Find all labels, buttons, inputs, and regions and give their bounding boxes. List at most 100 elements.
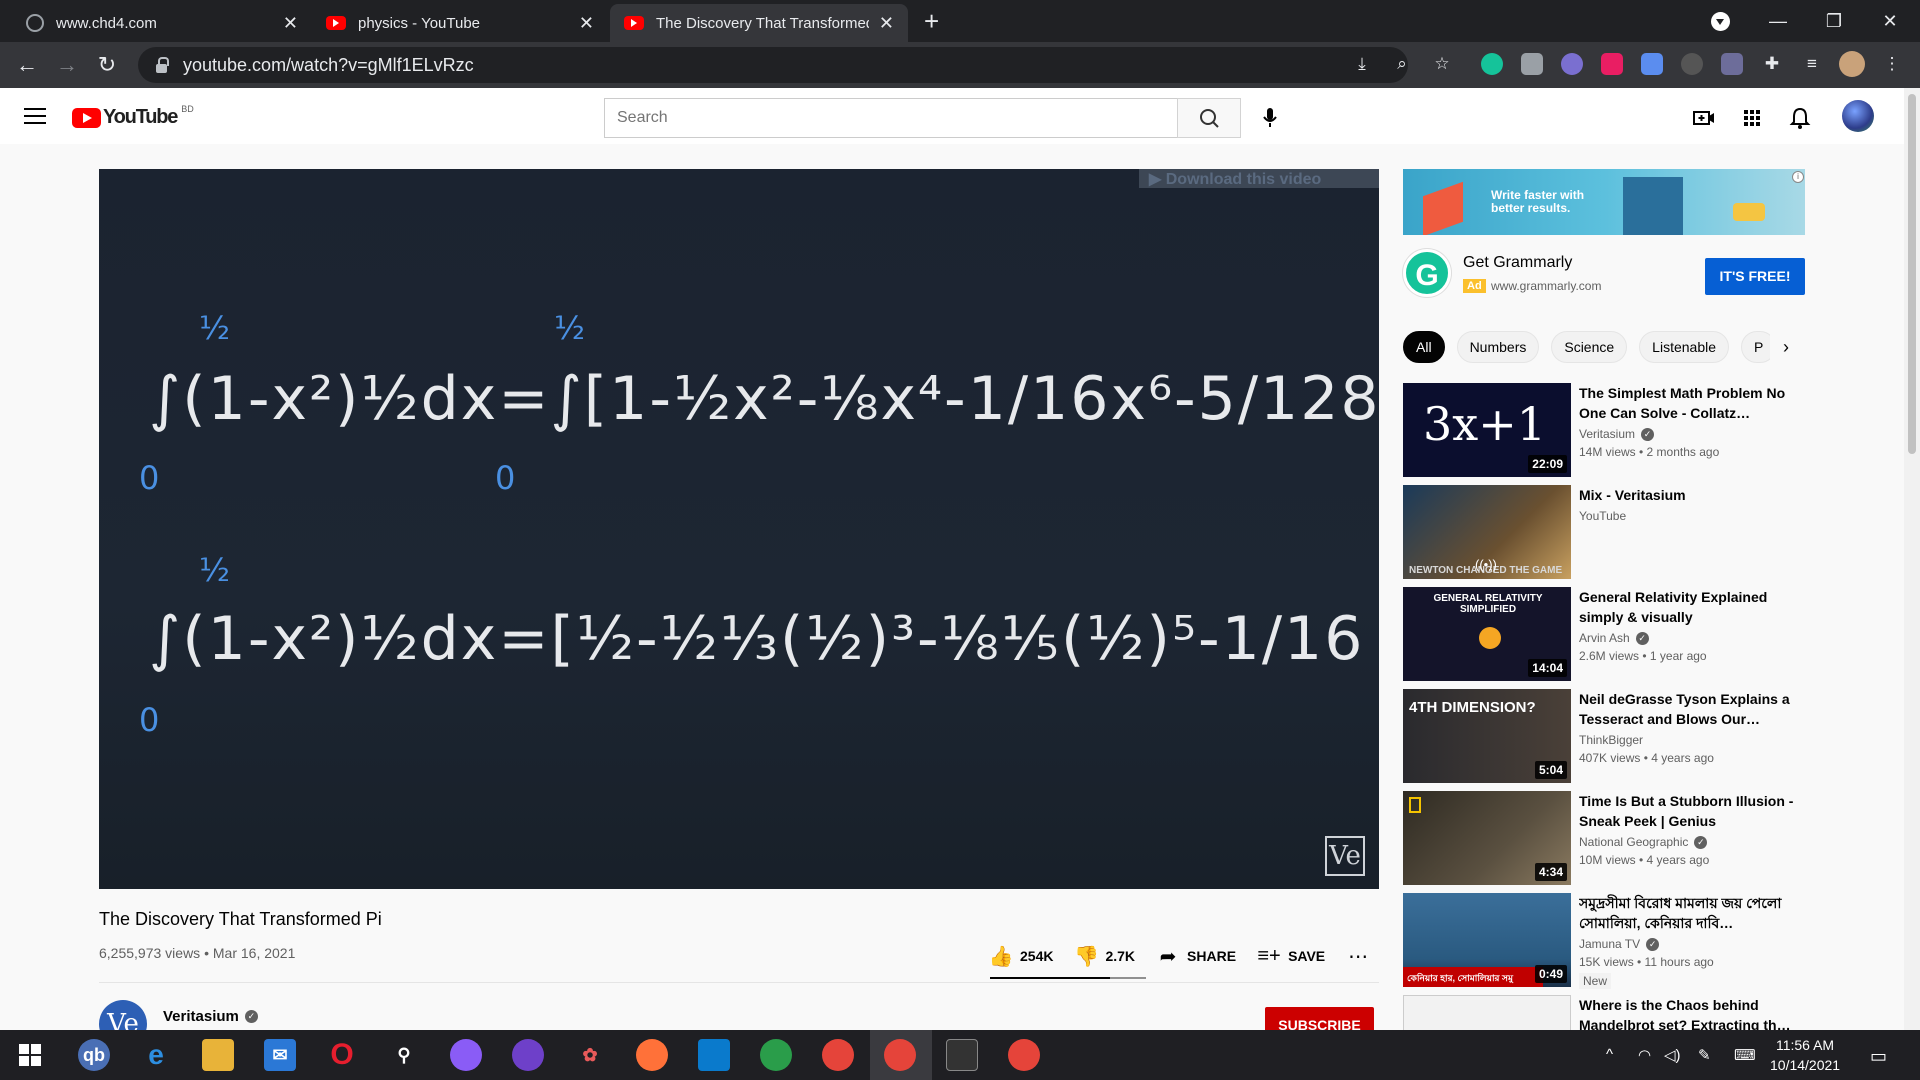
keyboard-icon[interactable]: ⌨	[1734, 1046, 1756, 1064]
chevron-right-icon[interactable]: ›	[1770, 331, 1802, 363]
video-player[interactable]: ▶ Download this video ½ 0 ½ 0 ∫(1-x²)½dx…	[99, 169, 1379, 889]
youtube-logo[interactable]: YouTube BD	[72, 104, 194, 129]
chip-listenable[interactable]: Listenable	[1639, 331, 1729, 363]
recommendation-title[interactable]: Time Is But a Stubborn Illusion - Sneak …	[1579, 791, 1805, 831]
scrollbar-thumb[interactable]	[1908, 94, 1916, 454]
profile-avatar[interactable]	[1839, 51, 1865, 77]
new-tab-button[interactable]: +	[924, 8, 939, 34]
list-item[interactable]: Where is the Chaos behind Mandelbrot set…	[1403, 995, 1805, 1030]
recommendation-title[interactable]: The Simplest Math Problem No One Can Sol…	[1579, 383, 1805, 423]
bookmark-star-icon[interactable]: ☆	[1430, 52, 1454, 76]
recommendation-title[interactable]: Neil deGrasse Tyson Explains a Tesseract…	[1579, 689, 1805, 729]
app-icon[interactable]	[760, 1039, 792, 1071]
dislike-button[interactable]: 👎 2.7K	[1074, 945, 1135, 968]
video-thumbnail[interactable]: GENERAL RELATIVITY SIMPLIFIED 14:04	[1403, 587, 1571, 681]
recommendation-channel[interactable]: National Geographic ✓	[1579, 835, 1708, 849]
list-item[interactable]: 4TH DIMENSION? 5:04 Neil deGrasse Tyson …	[1403, 689, 1805, 783]
list-item[interactable]: 4:34 Time Is But a Stubborn Illusion - S…	[1403, 791, 1805, 885]
video-thumbnail[interactable]	[1403, 995, 1571, 1030]
address-bar[interactable]: youtube.com/watch?v=gMlf1ELvRzc	[138, 47, 1408, 83]
channel-name[interactable]: Veritasium ✓	[163, 1008, 258, 1025]
kebab-menu-icon[interactable]: ⋮	[1880, 52, 1904, 76]
chrome-icon[interactable]	[822, 1039, 854, 1071]
close-icon[interactable]: ✕	[283, 13, 298, 34]
app-icon[interactable]: ✿	[574, 1039, 606, 1071]
browser-tab-active[interactable]: The Discovery That Transformed ✕	[610, 4, 908, 42]
search-input[interactable]	[604, 98, 1178, 138]
tab-search-icon[interactable]	[1711, 12, 1730, 31]
save-button[interactable]: ≡+ SAVE	[1257, 945, 1325, 967]
share-button[interactable]: ➦ SHARE	[1157, 945, 1236, 968]
wifi-icon[interactable]: ◠	[1638, 1046, 1651, 1064]
microphone-icon[interactable]	[1256, 104, 1284, 132]
like-button[interactable]: 👍 254K	[989, 945, 1054, 968]
chevron-up-icon[interactable]: ^	[1606, 1046, 1613, 1063]
file-explorer-icon[interactable]	[202, 1039, 234, 1071]
search-button[interactable]	[1177, 98, 1241, 138]
vscode-icon[interactable]	[698, 1039, 730, 1071]
media-queue-icon[interactable]: ≡	[1800, 52, 1824, 76]
notifications-bell-icon[interactable]	[1786, 104, 1814, 132]
extensions-puzzle-icon[interactable]: ✚	[1760, 52, 1784, 76]
account-avatar[interactable]	[1842, 100, 1874, 132]
recommendation-channel[interactable]: Arvin Ash ✓	[1579, 631, 1649, 645]
recommendation-title[interactable]: সমুদ্রসীমা বিরোধ মামলায় জয় পেলো সোমালি…	[1579, 893, 1805, 933]
minimize-icon[interactable]: —	[1750, 0, 1806, 42]
video-thumbnail[interactable]: 3x+1 22:09	[1403, 383, 1571, 477]
close-icon[interactable]: ✕	[579, 13, 594, 34]
install-icon[interactable]: ⤓	[1350, 52, 1374, 76]
github-desktop-icon[interactable]	[512, 1039, 544, 1071]
reload-icon[interactable]: ↻	[92, 50, 122, 80]
veritasium-watermark[interactable]: Ve	[1325, 836, 1365, 876]
chrome-icon[interactable]	[884, 1039, 916, 1071]
more-actions-button[interactable]: ⋯	[1347, 945, 1377, 968]
back-icon[interactable]: ←	[12, 50, 42, 80]
recommendation-channel[interactable]: YouTube	[1579, 509, 1626, 523]
ad-banner-image[interactable]: Write faster with better results.	[1403, 169, 1805, 235]
firefox-icon[interactable]	[636, 1039, 668, 1071]
extension-icon[interactable]	[1681, 53, 1703, 75]
zoom-icon[interactable]: ⌕	[1390, 52, 1414, 76]
recommendation-title[interactable]: General Relativity Explained simply & vi…	[1579, 587, 1805, 627]
mail-icon[interactable]: ✉	[264, 1039, 296, 1071]
recommendation-channel[interactable]: Veritasium ✓	[1579, 427, 1655, 441]
pen-extension-icon[interactable]	[1721, 53, 1743, 75]
download-extension-icon[interactable]	[1641, 53, 1663, 75]
volume-icon[interactable]: ◁)	[1664, 1046, 1681, 1064]
browser-tab[interactable]: www.chd4.com ✕	[12, 4, 312, 42]
recommendation-channel[interactable]: Jamuna TV ✓	[1579, 937, 1660, 951]
ad-card[interactable]: G Get Grammarly Ad www.grammarly.com IT'…	[1403, 249, 1805, 305]
close-icon[interactable]: ✕	[879, 13, 894, 34]
video-thumbnail[interactable]: 4:34	[1403, 791, 1571, 885]
chip-all[interactable]: All	[1403, 331, 1445, 363]
chip-science[interactable]: Science	[1551, 331, 1628, 363]
chrome-profile-icon[interactable]	[1008, 1039, 1040, 1071]
edge-icon[interactable]: e	[140, 1039, 172, 1071]
terminal-icon[interactable]	[946, 1039, 978, 1071]
messenger-icon[interactable]	[450, 1039, 482, 1071]
window-close-icon[interactable]: ✕	[1862, 0, 1918, 42]
list-item[interactable]: NEWTON CHANGED THE GAME ((•)) Mix - Veri…	[1403, 485, 1805, 579]
ad-info-icon[interactable]: i	[1792, 171, 1804, 183]
video-thumbnail[interactable]: 4TH DIMENSION? 5:04	[1403, 689, 1571, 783]
video-thumbnail[interactable]: NEWTON CHANGED THE GAME ((•))	[1403, 485, 1571, 579]
apps-grid-icon[interactable]	[1738, 104, 1766, 132]
video-thumbnail[interactable]: কেনিয়ার হার, সোমালিয়ার সমু 0:49	[1403, 893, 1571, 987]
recommendation-title[interactable]: Mix - Veritasium	[1579, 485, 1805, 505]
create-video-icon[interactable]	[1690, 104, 1718, 132]
extension-icon[interactable]	[1601, 53, 1623, 75]
satellite-app-icon[interactable]: ⚲	[388, 1039, 420, 1071]
pen-icon[interactable]: ✎	[1698, 1046, 1711, 1064]
list-item[interactable]: GENERAL RELATIVITY SIMPLIFIED 14:04 Gene…	[1403, 587, 1805, 681]
forward-icon[interactable]: →	[52, 50, 82, 80]
qbittorrent-icon[interactable]: qb	[78, 1039, 110, 1071]
recommendation-channel[interactable]: ThinkBigger	[1579, 733, 1643, 747]
browser-tab[interactable]: physics - YouTube ✕	[312, 4, 608, 42]
windows-start-icon[interactable]	[14, 1039, 46, 1071]
grammarly-extension-icon[interactable]	[1481, 53, 1503, 75]
list-item[interactable]: কেনিয়ার হার, সোমালিয়ার সমু 0:49 সমুদ্র…	[1403, 893, 1805, 989]
chip-numbers[interactable]: Numbers	[1456, 331, 1540, 363]
page-scrollbar[interactable]	[1904, 88, 1920, 1030]
screenshot-extension-icon[interactable]	[1521, 53, 1543, 75]
opera-icon[interactable]: O	[326, 1038, 358, 1071]
